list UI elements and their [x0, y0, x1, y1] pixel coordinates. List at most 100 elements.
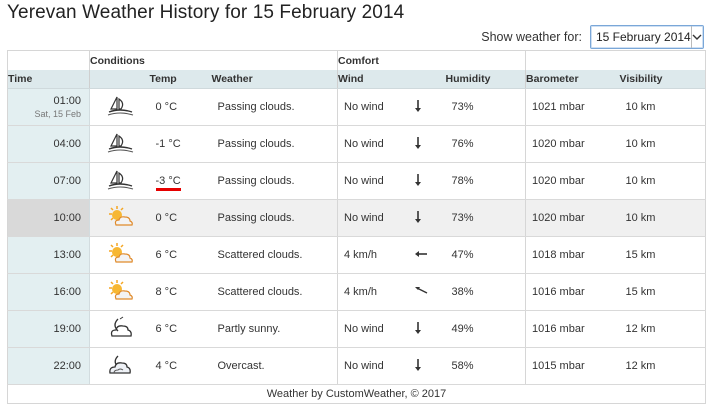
date-select-value: 15 February 2014	[596, 30, 691, 44]
wind-cell: 4 km/h	[337, 273, 408, 311]
weather-table: Conditions Comfort Time Temp Weather Win…	[7, 50, 707, 404]
temp-value: -3 °C	[155, 175, 181, 191]
temp-cell: -1 °C	[149, 125, 212, 163]
barometer-cell: 1021 mbar	[525, 88, 620, 126]
wind-arrow-icon	[414, 286, 428, 299]
barometer-cell: 1015 mbar	[525, 347, 620, 385]
barometer-cell: 1020 mbar	[525, 199, 620, 237]
group-empty-2	[525, 50, 706, 70]
time-value: 19:00	[53, 323, 81, 335]
wind-arrow-icon	[414, 249, 428, 261]
time-cell: 22:00	[7, 347, 90, 385]
weather-cell: Scattered clouds.	[211, 273, 338, 311]
night-cloud-icon	[106, 133, 134, 158]
weather-cell: Overcast.	[211, 347, 338, 385]
sun-cloud-icon	[106, 242, 134, 269]
temp-value: 4 °C	[155, 360, 178, 372]
time-value: 13:00	[53, 249, 81, 261]
humidity-cell: 58%	[445, 347, 527, 385]
wind-cell: 4 km/h	[337, 236, 408, 274]
time-cell: 16:00	[7, 273, 90, 311]
wind-direction-cell	[407, 199, 446, 237]
temp-value: 0 °C	[155, 212, 178, 224]
visibility-cell: 10 km	[619, 125, 706, 163]
date-select[interactable]: 15 February 2014	[590, 25, 704, 49]
wind-arrow-icon	[414, 321, 422, 338]
col-visibility: Visibility	[619, 70, 706, 89]
temp-value: 0 °C	[155, 101, 178, 113]
night-overcast-icon	[106, 355, 134, 380]
wind-arrow-icon	[414, 358, 422, 375]
group-empty	[7, 50, 90, 70]
wind-direction-cell	[407, 273, 446, 311]
wind-cell: No wind	[337, 310, 408, 348]
weather-cell: Passing clouds.	[211, 162, 338, 200]
col-icon	[89, 70, 150, 89]
group-comfort: Comfort	[337, 50, 527, 70]
wind-cell: No wind	[337, 199, 408, 237]
visibility-cell: 10 km	[619, 162, 706, 200]
time-cell: 01:00 Sat, 15 Feb	[7, 88, 90, 126]
humidity-cell: 47%	[445, 236, 527, 274]
time-value: 04:00	[53, 138, 81, 150]
humidity-cell: 49%	[445, 310, 527, 348]
col-weather: Weather	[211, 70, 338, 89]
wind-direction-cell	[407, 236, 446, 274]
weather-icon-cell	[89, 199, 150, 237]
temp-value: 8 °C	[155, 286, 178, 298]
night-cloud-icon	[106, 96, 134, 121]
visibility-cell: 12 km	[619, 310, 706, 348]
weather-cell: Passing clouds.	[211, 88, 338, 126]
time-value: 07:00	[53, 175, 81, 187]
humidity-cell: 73%	[445, 199, 527, 237]
weather-icon-cell	[89, 347, 150, 385]
weather-icon-cell	[89, 273, 150, 311]
night-partly-icon	[106, 316, 134, 343]
time-value: 22:00	[53, 360, 81, 372]
table-row: 07:00 -3 °C Passing clouds. No wind 78% 1020 …	[7, 162, 706, 200]
wind-direction-cell	[407, 125, 446, 163]
weather-icon-cell	[89, 88, 150, 126]
table-row: 16:00 8 °C Scattered clouds. 4 km/h 38% 1016 …	[7, 273, 706, 311]
weather-icon-cell	[89, 236, 150, 274]
humidity-cell: 76%	[445, 125, 527, 163]
time-value: 01:00	[53, 95, 81, 107]
humidity-cell: 38%	[445, 273, 527, 311]
group-header-row: Conditions Comfort	[7, 50, 706, 70]
table-row: 10:00 0 °C Passing clouds. No wind 73% 1020 m…	[7, 199, 706, 237]
temp-cell: 4 °C	[149, 347, 212, 385]
visibility-cell: 12 km	[619, 347, 706, 385]
temp-value: -1 °C	[155, 138, 181, 150]
chevron-down-icon[interactable]	[690, 26, 703, 48]
time-value: 16:00	[53, 286, 81, 298]
column-header-row: Time Temp Weather Wind Humidity Baromete…	[7, 70, 706, 89]
visibility-cell: 10 km	[619, 199, 706, 237]
weather-cell: Scattered clouds.	[211, 236, 338, 274]
visibility-cell: 15 km	[619, 236, 706, 274]
page-title: Yerevan Weather History for 15 February …	[7, 2, 405, 23]
wind-cell: No wind	[337, 125, 408, 163]
temp-cell: 0 °C	[149, 199, 212, 237]
barometer-cell: 1020 mbar	[525, 162, 620, 200]
time-cell: 04:00	[7, 125, 90, 163]
humidity-cell: 78%	[445, 162, 527, 200]
table-row: 22:00 4 °C Overcast. No wind 58% 1015 mbar 12 …	[7, 347, 706, 385]
barometer-cell: 1020 mbar	[525, 125, 620, 163]
wind-direction-cell	[407, 310, 446, 348]
time-cell: 07:00	[7, 162, 90, 200]
col-wind-dir	[407, 70, 446, 89]
weather-cell: Passing clouds.	[211, 125, 338, 163]
weather-cell: Partly sunny.	[211, 310, 338, 348]
wind-arrow-icon	[414, 173, 422, 190]
temp-cell: 8 °C	[149, 273, 212, 311]
table-row: 19:00 6 °C Partly sunny. No wind 49% 1016 mba…	[7, 310, 706, 348]
barometer-cell: 1016 mbar	[525, 273, 620, 311]
visibility-cell: 10 km	[619, 88, 706, 126]
temp-value: 6 °C	[155, 323, 178, 335]
temp-cell: -3 °C	[149, 162, 212, 200]
wind-cell: No wind	[337, 347, 408, 385]
temp-cell: 0 °C	[149, 88, 212, 126]
sun-cloud-icon	[106, 205, 134, 232]
wind-direction-cell	[407, 88, 446, 126]
time-value: 10:00	[53, 212, 81, 224]
